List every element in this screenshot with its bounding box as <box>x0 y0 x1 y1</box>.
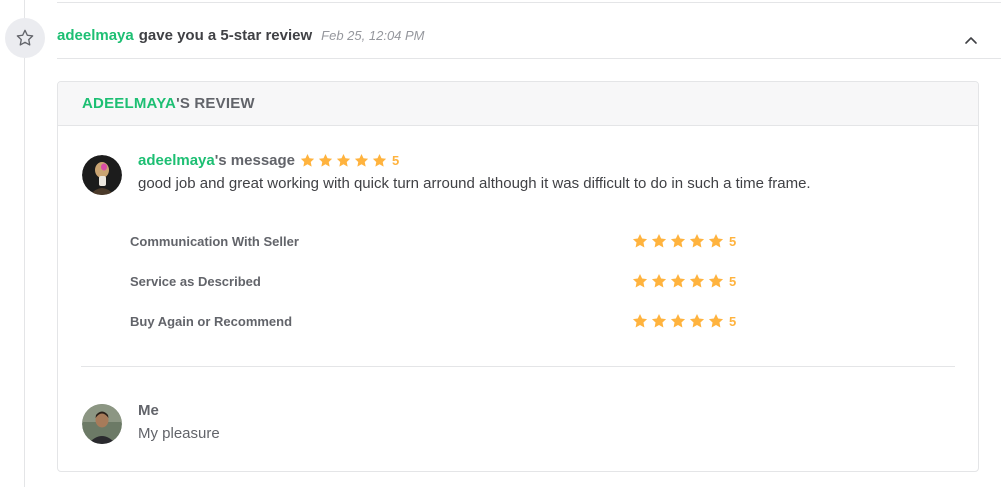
breakdown-label: Buy Again or Recommend <box>130 313 293 329</box>
timeline-line <box>24 0 25 487</box>
rating-value: 5 <box>729 233 737 249</box>
star-filled-icon <box>651 274 667 288</box>
star-filled-icon <box>670 234 686 248</box>
seller-avatar <box>82 404 122 444</box>
star-filled-icon <box>372 153 387 167</box>
star-filled-icon <box>670 314 686 328</box>
review-card: ADEELMAYA 'S REVIEW adeelmaya's message 5… <box>57 81 979 472</box>
event-username-link[interactable]: adeelmaya <box>57 27 134 44</box>
breakdown-row-service: Service as Described 5 <box>130 271 750 291</box>
seller-reply-name: Me <box>138 402 159 419</box>
top-divider <box>57 2 1001 3</box>
star-filled-icon <box>336 153 351 167</box>
breakdown-label: Service as Described <box>130 273 261 289</box>
star-filled-icon <box>354 153 369 167</box>
review-header-username: ADEELMAYA <box>82 95 177 112</box>
star-rating: 5 <box>300 153 399 168</box>
event-timestamp: Feb 25, 12:04 PM <box>321 28 425 43</box>
star-filled-icon <box>708 234 724 248</box>
rating-value: 5 <box>392 153 400 168</box>
star-filled-icon <box>651 314 667 328</box>
rating-value: 5 <box>729 313 737 329</box>
event-icon-badge <box>5 18 45 58</box>
buyer-message-text: good job and great working with quick tu… <box>138 175 811 192</box>
star-filled-icon <box>632 234 648 248</box>
star-rating: 5 <box>632 273 736 289</box>
breakdown-row-recommend: Buy Again or Recommend 5 <box>130 311 750 331</box>
star-filled-icon <box>318 153 333 167</box>
buyer-message-title: adeelmaya's message 5 <box>138 152 811 169</box>
buyer-avatar[interactable] <box>82 155 122 195</box>
event-header-divider <box>57 58 1001 59</box>
breakdown-row-communication: Communication With Seller 5 <box>130 231 750 251</box>
star-outline-icon <box>16 29 34 46</box>
breakdown-label: Communication With Seller <box>130 233 299 249</box>
event-action-text: gave you a 5-star review <box>138 27 313 44</box>
star-filled-icon <box>689 234 705 248</box>
buyer-message-title-suffix: 's message <box>214 152 296 169</box>
star-filled-icon <box>632 314 648 328</box>
star-filled-icon <box>670 274 686 288</box>
review-header-suffix: 'S REVIEW <box>176 95 255 112</box>
star-filled-icon <box>651 234 667 248</box>
star-filled-icon <box>632 274 648 288</box>
rating-value: 5 <box>729 273 737 289</box>
collapse-toggle-button[interactable] <box>961 30 981 50</box>
buyer-message-username-link[interactable]: adeelmaya <box>138 152 215 169</box>
seller-reply-text: My pleasure <box>138 425 220 442</box>
star-rating: 5 <box>632 313 736 329</box>
reply-divider <box>81 366 955 367</box>
star-filled-icon <box>300 153 315 167</box>
star-filled-icon <box>689 314 705 328</box>
event-header: adeelmaya gave you a 5-star review Feb 2… <box>57 27 425 49</box>
review-card-header: ADEELMAYA 'S REVIEW <box>58 82 978 126</box>
buyer-message-block: adeelmaya's message 5 good job and great… <box>138 152 811 192</box>
star-filled-icon <box>708 314 724 328</box>
chevron-up-icon <box>965 37 977 44</box>
star-filled-icon <box>689 274 705 288</box>
seller-reply-block: Me My pleasure <box>138 402 220 442</box>
star-rating: 5 <box>632 233 736 249</box>
star-filled-icon <box>708 274 724 288</box>
